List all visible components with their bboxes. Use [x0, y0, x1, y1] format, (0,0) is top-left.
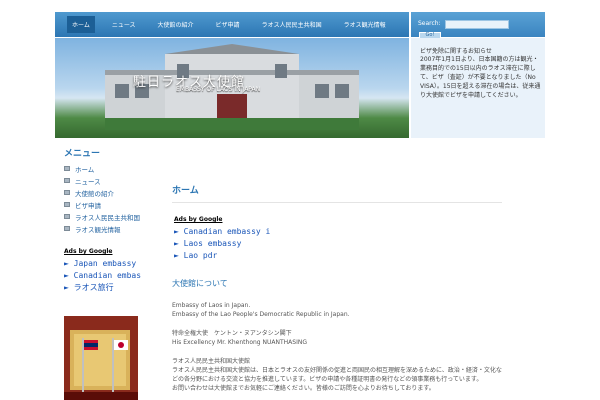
page-title: ホーム	[172, 183, 502, 203]
folder-icon	[64, 202, 70, 207]
notice-title: ビザ免除に関するお知らせ	[420, 48, 492, 55]
sidebar-item-laos[interactable]: ラオス人民民主共和国	[64, 211, 155, 222]
folder-icon	[64, 214, 70, 219]
nav-item-about[interactable]: 大使館の紹介	[153, 16, 199, 33]
ad-link[interactable]: ► Laos embassy	[174, 238, 270, 250]
flags-image	[64, 316, 138, 400]
ad-link[interactable]: ► Canadian embassy i	[174, 226, 270, 238]
nav-item-news[interactable]: ニュース	[107, 16, 141, 33]
notice-box: ビザ免除に関するお知らせ 2007年1月1日より、日本国籍の方は観光・業務目的で…	[411, 38, 545, 138]
folder-icon	[64, 166, 70, 171]
search-input[interactable]	[445, 20, 509, 29]
ad-link[interactable]: ► ラオス旅行	[64, 282, 154, 294]
site-subtitle: EMBASSY OF LAOS IN JAPAN	[176, 86, 261, 93]
section-title: 大使館について	[172, 279, 228, 288]
sidebar-item-visa[interactable]: ビザ申請	[64, 199, 155, 210]
sidebar-item-news[interactable]: ニュース	[64, 175, 155, 186]
ad-link[interactable]: ► Japan embassy	[64, 258, 154, 270]
sidebar-item-tourism[interactable]: ラオス観光情報	[64, 223, 155, 234]
search-label: Search:	[418, 20, 441, 27]
paragraph-line: Embassy of the Lao People's Democratic R…	[172, 311, 350, 318]
folder-icon	[64, 190, 70, 195]
sidebar-ads: Ads by Google ► Japan embassy ► Canadian…	[64, 248, 154, 294]
ad-link[interactable]: ► Lao pdr	[174, 250, 270, 262]
nav-item-visa[interactable]: ビザ申請	[211, 16, 245, 33]
top-navigation: ホーム ニュース 大使館の紹介 ビザ申請 ラオス人民民主共和国 ラオス観光情報	[55, 12, 409, 37]
ad-link[interactable]: ► Canadian embas	[64, 270, 154, 282]
about-section: 大使館について Embassy of Laos in Japan. Embass…	[172, 278, 502, 393]
paragraph-line: 特命全権大使 ケントン・ヌアンタシン閣下	[172, 330, 292, 337]
paragraph-line: お問い合わせは大使館までお気軽にご連絡ください。皆様のご訪問を心よりお待ちしてお…	[172, 385, 435, 392]
sidebar: メニュー ホーム ニュース 大使館の紹介 ビザ申請 ラオス人民民主共和国 ラオス…	[55, 146, 155, 235]
main-ads: Ads by Google ► Canadian embassy i ► Lao…	[174, 216, 270, 262]
folder-icon	[64, 178, 70, 183]
ambassador-photo	[64, 316, 138, 400]
sidebar-item-home[interactable]: ホーム	[64, 163, 155, 174]
paragraph-line: His Excellency Mr. Khenthong NUANTHASING	[172, 339, 307, 346]
paragraph-line: ラオス人民民主共和国大使館	[172, 358, 251, 365]
folder-icon	[64, 226, 70, 231]
ads-header[interactable]: Ads by Google	[64, 248, 154, 255]
main-content: ホーム	[172, 183, 502, 203]
sidebar-heading: メニュー	[64, 149, 101, 159]
ads-header[interactable]: Ads by Google	[174, 216, 270, 223]
paragraph-line: ラオス人民民主共和国大使館は、日本とラオスの友好関係の促進と両国民の相互理解を深…	[172, 367, 502, 383]
paragraph-line: Embassy of Laos in Japan.	[172, 302, 251, 309]
notice-body: 2007年1月1日より、日本国籍の方は観光・業務目的での15日以内のラオス滞在に…	[420, 56, 541, 99]
header-banner: 駐日ラオス大使館 EMBASSY OF LAOS IN JAPAN	[55, 38, 409, 138]
search-panel: Search: Go!	[411, 12, 545, 39]
nav-item-laos[interactable]: ラオス人民民主共和国	[257, 16, 327, 33]
nav-item-home[interactable]: ホーム	[67, 16, 95, 33]
nav-item-tourism[interactable]: ラオス観光情報	[339, 16, 391, 33]
sidebar-item-about[interactable]: 大使館の紹介	[64, 187, 155, 198]
